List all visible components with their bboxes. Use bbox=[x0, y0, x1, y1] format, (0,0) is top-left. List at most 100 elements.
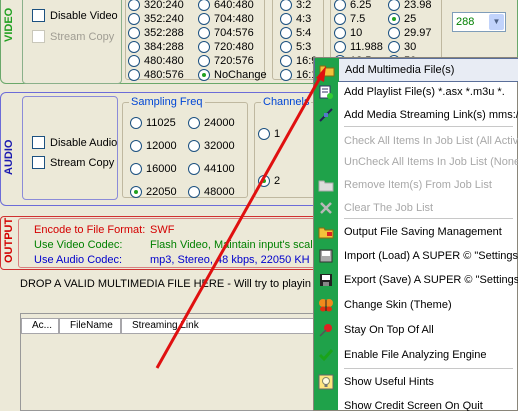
column-header-action[interactable]: Ac... bbox=[21, 318, 59, 334]
radio-dot[interactable] bbox=[334, 41, 346, 53]
column-header-streaming-link[interactable]: Streaming Link bbox=[121, 318, 317, 334]
video-size-radio[interactable]: 704:576 bbox=[198, 26, 254, 40]
menu-item-label: Export (Save) A SUPER © "Settings bbox=[344, 274, 518, 286]
radio-dot[interactable] bbox=[128, 27, 140, 39]
fps-radio[interactable]: 10 bbox=[334, 26, 362, 40]
radio-dot[interactable] bbox=[198, 69, 210, 81]
fps-radio[interactable]: 29.97 bbox=[388, 26, 432, 40]
video-size-radio[interactable]: 384:288 bbox=[128, 40, 184, 54]
radio-dot[interactable] bbox=[388, 41, 400, 53]
radio-dot[interactable] bbox=[188, 117, 200, 129]
radio-dot[interactable] bbox=[280, 0, 292, 11]
fps-radio[interactable]: 6.25 bbox=[334, 0, 371, 12]
fps-radio[interactable]: 7.5 bbox=[334, 12, 365, 26]
radio-dot[interactable] bbox=[130, 140, 142, 152]
aspect-radio[interactable]: 5:3 bbox=[280, 40, 311, 54]
sampling-freq-radio[interactable]: 44100 bbox=[188, 162, 235, 176]
column-header-filename[interactable]: FileName bbox=[59, 318, 121, 334]
channel-radio[interactable]: 2 bbox=[258, 174, 280, 188]
menu-item-import-load-a-super-settings[interactable]: Import (Load) A SUPER © "Settings bbox=[314, 244, 518, 268]
video-size-radio[interactable]: 352:288 bbox=[128, 26, 184, 40]
radio-dot[interactable] bbox=[128, 69, 140, 81]
video-size-radio[interactable]: 704:480 bbox=[198, 12, 254, 26]
video-size-radio[interactable]: 480:480 bbox=[128, 54, 184, 68]
radio-dot[interactable] bbox=[388, 13, 400, 25]
video-stream-copy-checkbox[interactable]: Stream Copy bbox=[32, 30, 114, 43]
disable-video-checkbox[interactable]: Disable Video bbox=[32, 9, 118, 22]
menu-item-export-save-a-super-settings[interactable]: Export (Save) A SUPER © "Settings bbox=[314, 268, 518, 292]
sampling-freq-radio[interactable]: 11025 bbox=[130, 116, 176, 130]
radio-dot[interactable] bbox=[280, 41, 292, 53]
video-size-radio[interactable]: 320:240 bbox=[128, 0, 184, 12]
sampling-freq-radio[interactable]: 16000 bbox=[130, 162, 177, 176]
video-size-radio[interactable]: 640:480 bbox=[198, 0, 254, 12]
menu-item-uncheck-all-items-in-job-list-none-ac[interactable]: UnCheck All Items In Job List (None Ac bbox=[314, 150, 518, 174]
fps-radio[interactable]: 23.98 bbox=[388, 0, 432, 12]
radio-dot[interactable] bbox=[130, 163, 142, 175]
radio-dot[interactable] bbox=[128, 0, 140, 11]
menu-item-change-skin-theme[interactable]: Change Skin (Theme) bbox=[314, 293, 518, 317]
radio-dot[interactable] bbox=[130, 186, 142, 198]
chevron-down-icon[interactable]: ▼ bbox=[489, 14, 504, 30]
radio-dot[interactable] bbox=[128, 41, 140, 53]
video-size-radio[interactable]: 480:576 bbox=[128, 68, 184, 82]
sampling-freq-radio[interactable]: 24000 bbox=[188, 116, 235, 130]
radio-label: 25 bbox=[404, 13, 417, 25]
aspect-radio[interactable]: 16:9 bbox=[280, 54, 317, 68]
radio-dot[interactable] bbox=[388, 27, 400, 39]
radio-dot[interactable] bbox=[280, 13, 292, 25]
radio-dot[interactable] bbox=[280, 55, 292, 67]
radio-dot[interactable] bbox=[334, 0, 346, 11]
aspect-radio[interactable]: 5:4 bbox=[280, 26, 311, 40]
video-size-radio[interactable]: 720:576 bbox=[198, 54, 254, 68]
drop-hint-text: DROP A VALID MULTIMEDIA FILE HERE - Will… bbox=[20, 278, 311, 290]
disable-audio-checkbox[interactable]: Disable Audio bbox=[32, 136, 117, 149]
sampling-freq-radio[interactable]: 48000 bbox=[188, 185, 235, 199]
radio-dot[interactable] bbox=[128, 55, 140, 67]
menu-item-show-credit-screen-on-quit[interactable]: Show Credit Screen On Quit bbox=[314, 394, 518, 411]
menu-item-add-playlist-file-s-asx-m3u[interactable]: Add Playlist File(s) *.asx *.m3u *. bbox=[314, 80, 518, 104]
radio-dot[interactable] bbox=[258, 128, 270, 140]
video-size-radio[interactable]: NoChange bbox=[198, 68, 267, 82]
radio-dot[interactable] bbox=[128, 13, 140, 25]
radio-dot[interactable] bbox=[280, 69, 292, 81]
bitrate-combo[interactable]: 288 ▼ bbox=[452, 12, 506, 32]
radio-dot[interactable] bbox=[198, 27, 210, 39]
radio-dot[interactable] bbox=[130, 117, 142, 129]
menu-item-stay-on-top-of-all[interactable]: Stay On Top Of All bbox=[314, 318, 518, 342]
sampling-freq-radio[interactable]: 32000 bbox=[188, 139, 235, 153]
menu-item-enable-file-analyzing-engine[interactable]: Enable File Analyzing Engine bbox=[314, 343, 518, 367]
radio-dot[interactable] bbox=[388, 0, 400, 11]
fps-radio[interactable]: 30 bbox=[388, 40, 416, 54]
fps-radio[interactable]: 11.988 bbox=[334, 40, 383, 54]
radio-dot[interactable] bbox=[334, 13, 346, 25]
radio-dot[interactable] bbox=[198, 13, 210, 25]
fps-radio[interactable]: 25 bbox=[388, 12, 416, 26]
aspect-radio[interactable]: 4:3 bbox=[280, 12, 311, 26]
radio-dot[interactable] bbox=[198, 0, 210, 11]
radio-dot[interactable] bbox=[198, 55, 210, 67]
menu-item-add-multimedia-file-s[interactable]: Add Multimedia File(s) bbox=[314, 58, 518, 82]
radio-dot[interactable] bbox=[280, 27, 292, 39]
radio-dot[interactable] bbox=[258, 175, 270, 187]
menu-item-clear-the-job-list[interactable]: Clear The Job List bbox=[314, 196, 518, 220]
pushpin-icon bbox=[314, 318, 338, 342]
sampling-freq-radio[interactable]: 22050 bbox=[130, 185, 177, 199]
menu-item-show-useful-hints[interactable]: Show Useful Hints bbox=[314, 370, 518, 394]
sampling-freq-radio[interactable]: 12000 bbox=[130, 139, 177, 153]
radio-dot[interactable] bbox=[188, 163, 200, 175]
video-size-radio[interactable]: 720:480 bbox=[198, 40, 254, 54]
radio-dot[interactable] bbox=[198, 41, 210, 53]
radio-dot[interactable] bbox=[188, 140, 200, 152]
radio-dot[interactable] bbox=[188, 186, 200, 198]
audio-stream-copy-checkbox[interactable]: Stream Copy bbox=[32, 156, 114, 169]
menu-item-output-file-saving-management[interactable]: Output File Saving Management bbox=[314, 220, 518, 244]
menu-item-add-media-streaming-link-s-mms[interactable]: Add Media Streaming Link(s) mms:/ bbox=[314, 103, 518, 127]
menu-item-remove-item-s-from-job-list[interactable]: Remove Item(s) From Job List bbox=[314, 173, 518, 197]
aspect-radio[interactable]: 3:2 bbox=[280, 0, 311, 12]
radio-dot[interactable] bbox=[334, 27, 346, 39]
video-size-radio[interactable]: 352:240 bbox=[128, 12, 184, 26]
channel-radio[interactable]: 1 bbox=[258, 127, 280, 141]
radio-label: 24000 bbox=[204, 117, 235, 129]
radio-label: 2 bbox=[274, 175, 281, 187]
